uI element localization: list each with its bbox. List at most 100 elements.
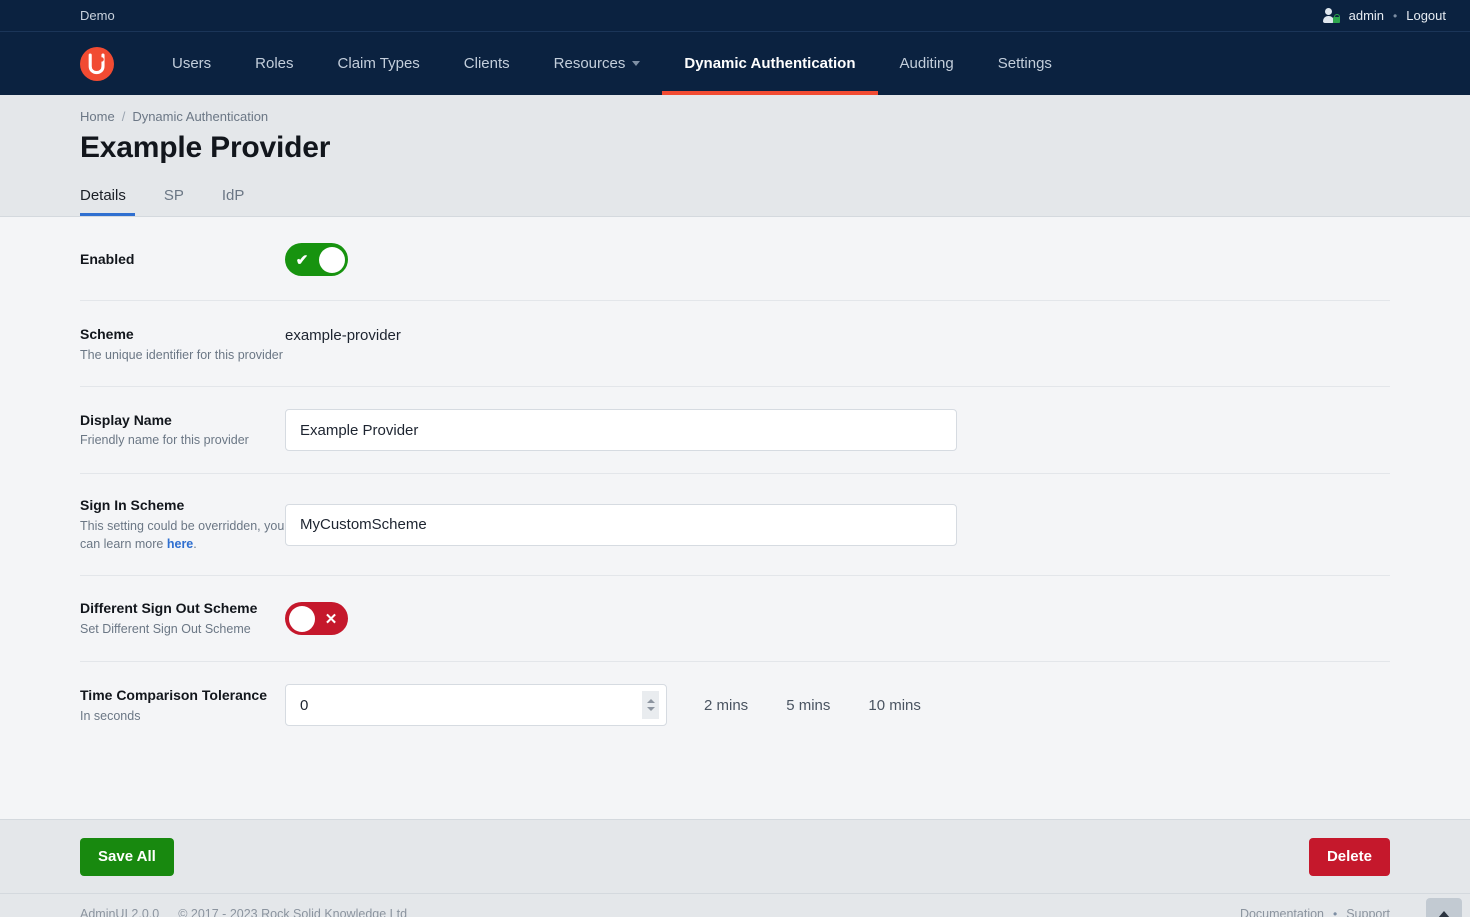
form-row-display-name: Display Name Friendly name for this prov… (80, 387, 1390, 474)
tab-label: Details (80, 187, 126, 204)
tolerance-hint: In seconds (80, 707, 285, 725)
tenant-name: Demo (80, 8, 115, 23)
action-bar: Save All Delete (0, 819, 1470, 893)
nav-item-claim-types[interactable]: Claim Types (316, 32, 442, 95)
chevron-down-icon[interactable] (647, 707, 655, 711)
tab-label: SP (164, 187, 184, 204)
tolerance-preset-2-mins[interactable]: 2 mins (704, 697, 748, 714)
nav-item-clients[interactable]: Clients (442, 32, 532, 95)
chevron-down-icon (632, 61, 640, 66)
tolerance-preset-5-mins[interactable]: 5 mins (786, 697, 830, 714)
support-link[interactable]: Support (1346, 907, 1390, 917)
separator-dot: • (1333, 907, 1337, 917)
field-label-group: Sign In Scheme This setting could be ove… (80, 496, 285, 553)
field-label-group: Scheme The unique identifier for this pr… (80, 325, 285, 364)
breadcrumb: Home / Dynamic Authentication (80, 109, 1470, 124)
tab-idp[interactable]: IdP (203, 177, 264, 216)
tolerance-stepper[interactable] (642, 691, 659, 719)
display-name-input[interactable] (285, 409, 957, 451)
scheme-hint: The unique identifier for this provider (80, 346, 285, 364)
details-form: Enabled ✔ Scheme The unique identifier f… (0, 217, 1470, 819)
field-control-group: ✔ (285, 243, 1390, 276)
page-title: Example Provider (80, 131, 1470, 165)
field-control-group: ✕ (285, 602, 1390, 635)
field-control-group (285, 409, 1390, 451)
nav-item-label: Settings (998, 55, 1052, 72)
field-label-group: Time Comparison Tolerance In seconds (80, 686, 285, 725)
documentation-link[interactable]: Documentation (1240, 907, 1324, 917)
tolerance-input[interactable] (285, 684, 667, 726)
scheme-label: Scheme (80, 325, 285, 344)
tolerance-input-wrapper (285, 684, 667, 726)
field-label-group: Display Name Friendly name for this prov… (80, 411, 285, 450)
tolerance-label: Time Comparison Tolerance (80, 686, 285, 705)
scheme-value: example-provider (285, 325, 401, 344)
form-row-sign-out-scheme: Different Sign Out Scheme Set Different … (80, 576, 1390, 662)
field-label-group: Enabled (80, 250, 285, 269)
sign-in-scheme-hint: This setting could be overridden, you ca… (80, 517, 285, 553)
sign-out-scheme-label: Different Sign Out Scheme (80, 599, 285, 618)
nav-item-settings[interactable]: Settings (976, 32, 1074, 95)
breadcrumb-item-dynamic-authentication[interactable]: Dynamic Authentication (132, 109, 268, 124)
hint-text-after: . (193, 537, 196, 551)
form-row-scheme: Scheme The unique identifier for this pr… (80, 301, 1390, 387)
field-control-group (285, 504, 1390, 546)
adminui-logo-icon[interactable] (80, 47, 114, 81)
display-name-hint: Friendly name for this provider (80, 431, 285, 449)
nav-item-label: Auditing (900, 55, 954, 72)
nav-item-label: Clients (464, 55, 510, 72)
enabled-label: Enabled (80, 250, 285, 269)
nav-item-dynamic-authentication[interactable]: Dynamic Authentication (662, 32, 877, 95)
tab-sp[interactable]: SP (145, 177, 203, 216)
scroll-to-top-button[interactable] (1426, 898, 1462, 917)
sign-in-scheme-label: Sign In Scheme (80, 496, 285, 515)
nav-item-users[interactable]: Users (150, 32, 233, 95)
app-version-label: AdminUI 2.0.0 (80, 907, 159, 917)
nav-item-label: Roles (255, 55, 293, 72)
user-lock-icon (1323, 8, 1340, 23)
tab-bar: Details SP IdP (80, 177, 1470, 216)
form-row-enabled: Enabled ✔ (80, 217, 1390, 301)
tab-label: IdP (222, 187, 245, 204)
field-control-group: example-provider (285, 325, 1390, 344)
display-name-label: Display Name (80, 411, 285, 430)
page-footer: AdminUI 2.0.0 © 2017 - 2023 Rock Solid K… (0, 893, 1470, 917)
footer-left-group: AdminUI 2.0.0 © 2017 - 2023 Rock Solid K… (80, 907, 407, 917)
user-session-area: admin • Logout (1323, 8, 1446, 23)
form-row-sign-in-scheme: Sign In Scheme This setting could be ove… (80, 474, 1390, 576)
sign-out-scheme-toggle[interactable]: ✕ (285, 602, 348, 635)
top-utility-bar: Demo admin • Logout (0, 0, 1470, 32)
nav-item-label: Users (172, 55, 211, 72)
copyright-label: © 2017 - 2023 Rock Solid Knowledge Ltd (178, 907, 407, 917)
breadcrumb-item-home[interactable]: Home (80, 109, 115, 124)
nav-item-roles[interactable]: Roles (233, 32, 315, 95)
logout-link[interactable]: Logout (1406, 8, 1446, 23)
field-control-group: 2 mins 5 mins 10 mins (285, 684, 1390, 726)
tolerance-preset-10-mins[interactable]: 10 mins (868, 697, 921, 714)
nav-item-label: Dynamic Authentication (684, 55, 855, 72)
delete-button[interactable]: Delete (1309, 838, 1390, 876)
username-label: admin (1349, 8, 1384, 23)
field-label-group: Different Sign Out Scheme Set Different … (80, 599, 285, 638)
tab-details[interactable]: Details (80, 177, 145, 216)
toggle-knob (319, 247, 345, 273)
nav-item-auditing[interactable]: Auditing (878, 32, 976, 95)
save-all-button[interactable]: Save All (80, 838, 174, 876)
nav-item-label: Resources (554, 55, 626, 72)
sign-in-scheme-input[interactable] (285, 504, 957, 546)
nav-item-resources[interactable]: Resources (532, 32, 663, 95)
check-icon: ✔ (287, 243, 317, 276)
toggle-knob (289, 606, 315, 632)
page-header: Home / Dynamic Authentication Example Pr… (0, 95, 1470, 217)
nav-item-label: Claim Types (338, 55, 420, 72)
tolerance-presets: 2 mins 5 mins 10 mins (704, 697, 921, 714)
main-navigation: Users Roles Claim Types Clients Resource… (0, 32, 1470, 95)
separator-dot: • (1393, 9, 1397, 23)
form-row-time-comparison-tolerance: Time Comparison Tolerance In seconds 2 m… (80, 662, 1390, 748)
footer-right-group: Documentation • Support (1240, 907, 1390, 917)
sign-in-scheme-help-link[interactable]: here (167, 537, 193, 551)
enabled-toggle[interactable]: ✔ (285, 243, 348, 276)
breadcrumb-separator: / (122, 109, 126, 124)
sign-out-scheme-hint: Set Different Sign Out Scheme (80, 620, 285, 638)
chevron-up-icon[interactable] (647, 699, 655, 703)
